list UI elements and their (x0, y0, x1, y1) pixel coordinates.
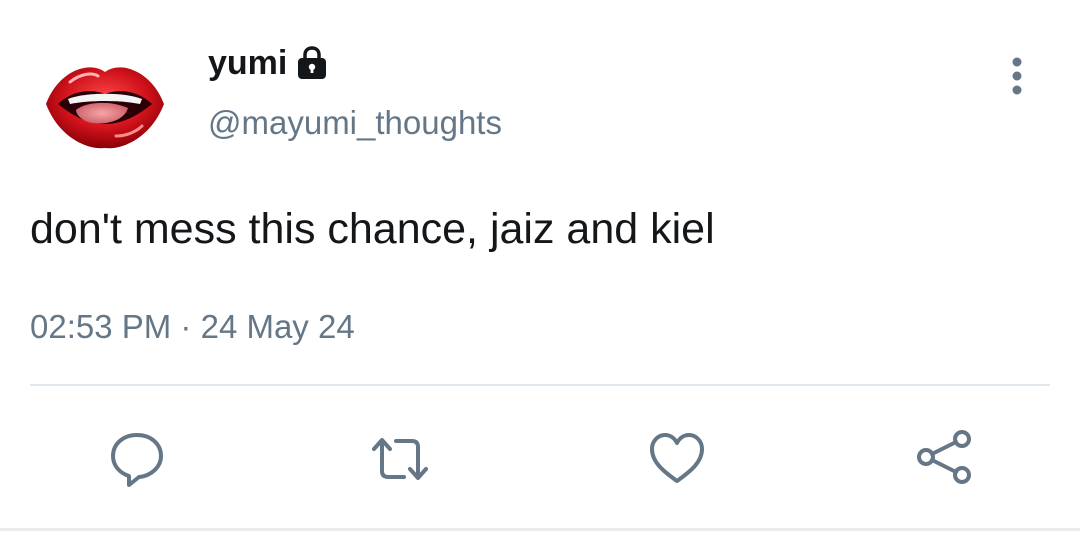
bottom-border (0, 528, 1080, 531)
lock-icon (295, 45, 329, 81)
tweet-text: don't mess this chance, jaiz and kiel (30, 205, 715, 253)
retweet-arrows-icon (372, 438, 428, 480)
tweet-card: yumi @mayumi_thoughts don't mess this ch… (0, 0, 1080, 549)
more-options-icon[interactable] (1002, 55, 1032, 97)
heart-icon (650, 433, 704, 483)
user-handle[interactable]: @mayumi_thoughts (208, 104, 502, 142)
reply-button[interactable] (105, 427, 169, 491)
meta-separator: · (180, 308, 192, 345)
like-button[interactable] (645, 427, 709, 491)
retweet-button[interactable] (368, 427, 432, 491)
share-nodes-icon (917, 430, 971, 484)
tweet-timestamp: 02:53 PM · 24 May 24 (30, 308, 355, 346)
speech-bubble-icon (111, 433, 163, 487)
red-lips-icon (46, 67, 164, 149)
share-button[interactable] (912, 427, 976, 491)
tweet-time: 02:53 PM (30, 308, 172, 345)
display-name[interactable]: yumi (208, 44, 287, 83)
avatar[interactable] (40, 52, 170, 152)
tweet-date: 24 May 24 (200, 308, 355, 345)
display-name-row: yumi (208, 40, 329, 86)
divider (30, 384, 1050, 386)
